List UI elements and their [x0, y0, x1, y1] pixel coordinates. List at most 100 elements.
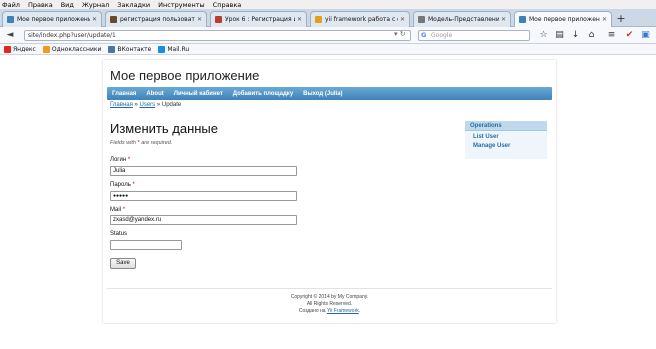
menu-bookmarks[interactable]: Закладки	[117, 1, 150, 9]
new-tab-icon[interactable]: +	[614, 12, 628, 26]
required-star: *	[132, 182, 135, 188]
nav-account[interactable]: Личный кабинет	[174, 91, 223, 97]
save-button[interactable]: Save	[110, 258, 136, 269]
yii-framework-link[interactable]: Yii Framework	[327, 308, 359, 314]
tab-title: Урок 6 : Регистрация и ав...	[225, 16, 295, 23]
tab-title: Мое первое приложение - Re...	[17, 16, 90, 23]
extension-icon[interactable]: ▣	[640, 30, 651, 41]
sidebar-title: Operations	[465, 121, 547, 131]
login-field[interactable]: Julia	[110, 166, 297, 176]
addon-icon[interactable]: ✔	[624, 30, 635, 41]
login-label-text: Логин	[110, 157, 127, 163]
menu-view[interactable]: Вид	[61, 1, 74, 9]
login-value: Julia	[113, 168, 126, 174]
password-field[interactable]: ●●●●●	[110, 191, 297, 201]
browser-tab[interactable]: регистрация пользовател... ✕	[105, 11, 207, 27]
close-icon[interactable]: ✕	[297, 16, 302, 23]
breadcrumb: Главная » Users » Update	[110, 102, 181, 108]
tab-title: регистрация пользовател...	[120, 16, 195, 23]
password-label: Пароль *	[110, 182, 135, 188]
back-icon[interactable]: ◄	[4, 30, 16, 41]
sidebar-item-manage-user[interactable]: Manage User	[465, 143, 547, 149]
bookmark-label: Mail.Ru	[167, 45, 190, 53]
mail-label: Mail *	[110, 207, 125, 213]
mail-label-text: Mail	[110, 207, 122, 213]
password-value: ●●●●●	[113, 193, 129, 199]
browser-tab[interactable]: yii framework работа с фо... ✕	[310, 11, 410, 27]
close-icon[interactable]: ✕	[197, 16, 202, 23]
operations-sidebar: Operations List User Manage User	[465, 121, 547, 159]
close-icon[interactable]: ✕	[602, 16, 607, 23]
browser-tab[interactable]: Модель-Представление-... ✕	[413, 11, 511, 27]
menu-edit[interactable]: Правка	[28, 1, 53, 9]
menu-bar: Файл Правка Вид Журнал Закладки Инструме…	[0, 0, 656, 9]
menu-history[interactable]: Журнал	[82, 1, 109, 9]
bookmark-yandex[interactable]: Яндекс	[4, 45, 36, 53]
main-menu: Главная About Личный кабинет Добавить пл…	[107, 87, 552, 100]
footer: Copyright © 2014 by My Company. All Righ…	[103, 294, 556, 315]
mail-value: zxasd@yandex.ru	[113, 217, 162, 223]
reload-icon[interactable]: ▾ ↻	[394, 30, 406, 38]
bookmark-odnoklassniki[interactable]: Одноклассники	[42, 45, 102, 53]
bookmark-label: Одноклассники	[51, 45, 102, 53]
search-input[interactable]: G Google	[418, 30, 530, 41]
close-icon[interactable]: ✕	[92, 16, 97, 23]
favicon-icon	[7, 16, 14, 23]
navigation-bar: ◄ site/index.php?user/update/1 ▾ ↻ G Goo…	[0, 27, 656, 44]
page-container: Мое первое приложение Главная About Личн…	[103, 60, 556, 323]
mail-field[interactable]: zxasd@yandex.ru	[110, 215, 297, 225]
download-icon[interactable]: ↓	[570, 30, 581, 41]
library-icon[interactable]: ▤	[554, 30, 565, 41]
browser-tab-active[interactable]: Мое первое приложение - Up... ✕	[514, 11, 612, 27]
menu-icon[interactable]: ≡	[606, 30, 617, 41]
breadcrumb-users[interactable]: Users	[140, 102, 156, 108]
breadcrumb-home[interactable]: Главная	[110, 102, 133, 108]
address-bar[interactable]: site/index.php?user/update/1	[24, 30, 411, 41]
tab-title: yii framework работа с фо...	[325, 16, 398, 23]
nav-logout[interactable]: Выход (Julia)	[303, 91, 342, 97]
required-star: *	[122, 207, 126, 213]
vkontakte-icon	[108, 45, 116, 53]
search-placeholder: Google	[431, 32, 453, 39]
status-label-text: Status	[110, 231, 128, 237]
browser-tab[interactable]: Урок 6 : Регистрация и ав... ✕	[210, 11, 307, 27]
url-text: site/index.php?user/update/1	[28, 32, 116, 39]
favicon-icon	[418, 16, 425, 23]
tab-title: Мое первое приложение - Up...	[529, 16, 600, 23]
tab-strip: Мое первое приложение - Re... ✕ регистра…	[0, 9, 656, 27]
menu-help[interactable]: Справка	[213, 1, 242, 9]
favicon-icon	[315, 16, 322, 23]
nav-add-venue[interactable]: Добавить площадку	[233, 91, 293, 97]
sidebar-item-list-user[interactable]: List User	[465, 134, 547, 140]
menu-file[interactable]: Файл	[2, 1, 20, 9]
footer-divider	[107, 288, 552, 289]
footer-copyright: Copyright © 2014 by My Company.	[290, 294, 369, 300]
footer-powered: Создано на Yii Framework.	[103, 308, 556, 315]
bookmark-mailru[interactable]: Mail.Ru	[158, 45, 190, 53]
required-star: *	[137, 140, 140, 146]
yandex-icon	[4, 45, 11, 53]
required-note: Fields with * are required.	[110, 140, 172, 146]
note-prefix: Fields with	[110, 140, 136, 146]
menu-tools[interactable]: Инструменты	[158, 1, 205, 9]
site-logo: Мое первое приложение	[110, 68, 260, 83]
page-title: Изменить данные	[110, 121, 218, 136]
status-field[interactable]	[110, 240, 182, 250]
breadcrumb-current: Update	[161, 102, 182, 108]
mailru-icon	[158, 45, 166, 53]
nav-about[interactable]: About	[146, 91, 163, 97]
bookmark-vkontakte[interactable]: ВКонтакте	[108, 45, 151, 53]
footer-rights: All Rights Reserved.	[306, 301, 353, 307]
breadcrumb-separator: »	[155, 102, 162, 108]
footer-powered-prefix: Создано на	[298, 308, 326, 314]
browser-tab[interactable]: Мое первое приложение - Re... ✕	[2, 11, 102, 27]
close-icon[interactable]: ✕	[501, 16, 506, 23]
close-icon[interactable]: ✕	[400, 16, 405, 23]
home-icon[interactable]: ⌂	[586, 30, 597, 41]
nav-home[interactable]: Главная	[112, 91, 136, 97]
bookmark-star-icon[interactable]: ☆	[538, 30, 549, 41]
bookmark-label: Яндекс	[13, 45, 36, 53]
favicon-icon	[215, 16, 222, 23]
favicon-icon	[519, 16, 526, 23]
google-icon: G	[421, 31, 427, 39]
